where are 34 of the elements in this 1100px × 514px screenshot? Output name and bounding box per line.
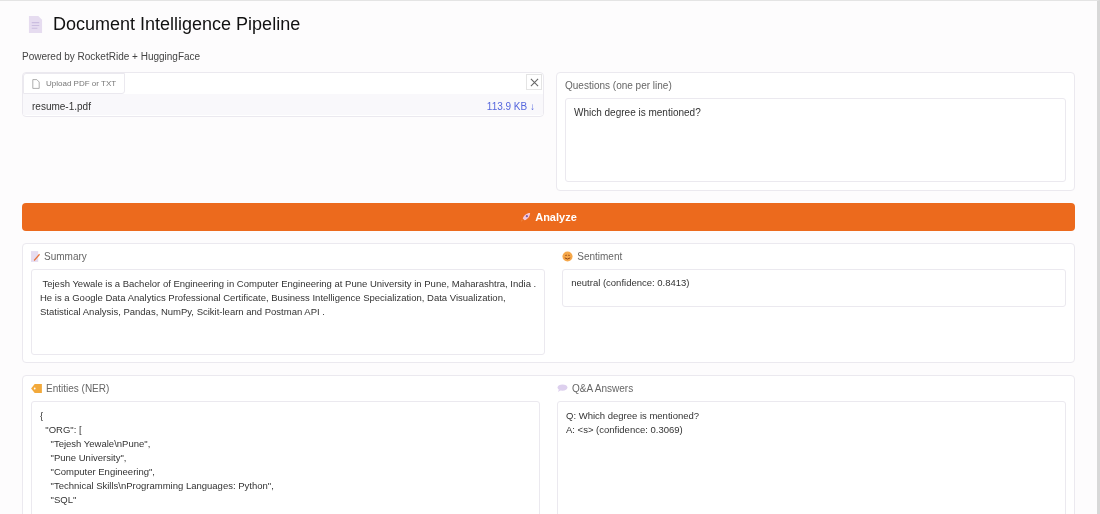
output-text: { <box>40 409 45 423</box>
field-label: Questions (one per line) <box>565 80 673 91</box>
output-text: "Computer Engineering", <box>49 465 156 479</box>
upload-label: Upload PDF or TXT <box>23 73 126 94</box>
rocket-icon <box>520 211 532 223</box>
speech-bubble-icon <box>557 384 568 393</box>
output-text: Q: Which degree is mentioned? <box>566 409 701 423</box>
output-text: He is a Google Data Analytics Professional Certificate, Business Intelligence Specialization, Data Visualization, <box>40 291 507 305</box>
close-icon <box>529 77 539 87</box>
output-label: Q&A Answers <box>572 383 634 394</box>
subtitle: Powered by RocketRide + HuggingFace <box>22 51 202 62</box>
output-label: Summary <box>44 251 87 262</box>
output-text: "Tejesh Yewale\nPune", <box>49 437 152 451</box>
questions-field[interactable]: Which degree is mentioned? <box>565 98 1066 182</box>
analyze-button[interactable]: Analyze <box>22 203 1075 231</box>
output-text: "ORG": [ <box>44 423 83 437</box>
smiley-icon <box>562 251 574 262</box>
file-icon <box>32 78 40 89</box>
output-text: Statistical Analysis, Pandas, NumPy, Scikit-learn and Postman API . <box>40 305 326 319</box>
output-text: Tejesh Yewale is a Bachelor of Engineering in Computer Engineering at Pune University in Pune, Maharashtra, India . <box>41 277 537 291</box>
output-text: "Technical Skills\nProgramming Languages: Python", <box>49 479 275 493</box>
page-title: Document Intelligence Pipeline <box>53 13 301 35</box>
output-text: "SQL" <box>49 493 78 507</box>
tag-icon <box>31 384 42 393</box>
output-text: A: <s> (confidence: 0.3069) <box>566 423 684 437</box>
file-name: resume-1.pdf <box>32 100 91 112</box>
document-icon <box>28 14 43 34</box>
file-size-link[interactable]: 113.9 KB ↓ <box>486 100 535 112</box>
output-text: "Pune University", <box>49 451 128 465</box>
close-button[interactable] <box>526 74 542 90</box>
memo-icon <box>31 251 40 262</box>
output-text: neutral (confidence: 0.8413) <box>571 276 691 290</box>
output-label: Entities (NER) <box>46 383 110 394</box>
output-label: Sentiment <box>577 251 623 262</box>
